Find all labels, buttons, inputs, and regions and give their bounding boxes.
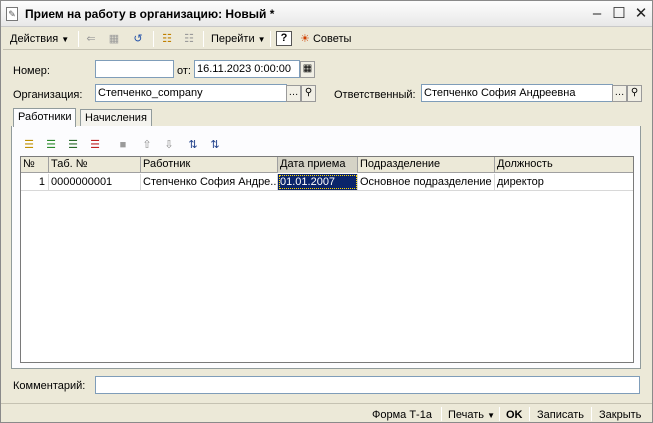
table-header: № Таб. № Работник Дата приема Подразделе… bbox=[21, 157, 633, 173]
date-label: от: bbox=[177, 65, 191, 77]
search-icon[interactable]: ⚲ bbox=[627, 85, 642, 102]
sort-desc-icon[interactable]: ⇅ bbox=[207, 137, 223, 153]
comment-label: Комментарий: bbox=[13, 380, 86, 392]
sort-asc-icon[interactable]: ⇅ bbox=[185, 137, 201, 153]
responsible-label: Ответственный: bbox=[334, 89, 416, 101]
structure-icon[interactable]: ▦ bbox=[106, 31, 122, 47]
organization-field[interactable]: Степченко_company bbox=[95, 84, 287, 102]
save-button[interactable]: Записать bbox=[537, 407, 584, 422]
footer-separator bbox=[529, 407, 530, 421]
number-field[interactable] bbox=[95, 60, 174, 78]
chevron-down-icon: ▼ bbox=[487, 411, 496, 420]
footer-separator bbox=[591, 407, 592, 421]
close-window-button[interactable]: ✕ bbox=[631, 4, 651, 24]
toolbar-separator bbox=[270, 31, 271, 47]
column-header-department[interactable]: Подразделение bbox=[358, 157, 495, 173]
number-label: Номер: bbox=[13, 65, 50, 77]
tab-employees[interactable]: Работники bbox=[13, 108, 77, 127]
column-header-tab-number[interactable]: Таб. № bbox=[49, 157, 141, 173]
delete-row-icon[interactable]: ☰ bbox=[87, 137, 103, 153]
organization-select-button[interactable]: … bbox=[286, 85, 301, 102]
actions-menu[interactable]: Действия ▼ bbox=[7, 30, 72, 48]
footer-separator bbox=[499, 407, 500, 421]
toolbar: Действия ▼ ⇐ ▦ ↺ ☷ ☷ Перейти ▼ ? ☀ Совет… bbox=[3, 28, 651, 50]
maximize-button[interactable]: ☐ bbox=[609, 4, 629, 24]
help-icon[interactable]: ? bbox=[276, 31, 292, 46]
unpost-document-icon[interactable]: ☷ bbox=[181, 31, 197, 47]
column-header-employee[interactable]: Работник bbox=[141, 157, 278, 173]
tab-accruals[interactable]: Начисления bbox=[80, 109, 152, 127]
post-document-icon[interactable]: ☷ bbox=[159, 31, 175, 47]
toolbar-separator bbox=[78, 31, 79, 47]
responsible-field[interactable]: Степченко София Андреевна bbox=[421, 84, 613, 102]
toolbar-separator bbox=[203, 31, 204, 47]
tab-number-cell[interactable]: 0000000001 bbox=[49, 174, 141, 190]
refresh-icon[interactable]: ↺ bbox=[130, 31, 146, 47]
add-row-icon[interactable]: ☰ bbox=[21, 137, 37, 153]
back-icon[interactable]: ⇐ bbox=[83, 31, 99, 47]
calendar-icon[interactable]: ▦ bbox=[300, 61, 315, 78]
employees-table[interactable]: № Таб. № Работник Дата приема Подразделе… bbox=[20, 156, 634, 363]
title-bar: ✎ Прием на работу в организацию: Новый *… bbox=[1, 1, 652, 27]
move-up-icon[interactable]: ⇧ bbox=[139, 137, 155, 153]
close-button[interactable]: Закрыть bbox=[599, 407, 641, 422]
ok-button[interactable]: OK bbox=[506, 407, 523, 422]
window-title: Прием на работу в организацию: Новый * bbox=[25, 7, 275, 21]
lightbulb-icon: ☀ bbox=[300, 33, 310, 45]
document-icon: ✎ bbox=[6, 7, 18, 21]
copy-row-icon[interactable]: ☰ bbox=[43, 137, 59, 153]
organization-label: Организация: bbox=[13, 89, 83, 101]
document-window: ✎ Прием на работу в организацию: Новый *… bbox=[0, 0, 653, 423]
position-cell[interactable]: директор bbox=[495, 174, 633, 190]
tips-button[interactable]: ☀ Советы bbox=[297, 30, 354, 48]
goto-menu[interactable]: Перейти ▼ bbox=[208, 30, 269, 48]
toolbar-separator bbox=[153, 31, 154, 47]
form-t1a-button[interactable]: Форма Т-1а bbox=[372, 407, 432, 422]
column-header-number[interactable]: № bbox=[21, 157, 49, 173]
comment-field[interactable] bbox=[95, 376, 640, 394]
column-header-position[interactable]: Должность bbox=[495, 157, 633, 173]
hire-date-cell[interactable]: 01.01.2007 bbox=[278, 174, 358, 190]
footer-bar: Форма Т-1а Печать ▼ OK Записать Закрыть bbox=[1, 403, 652, 422]
date-field[interactable]: 16.11.2023 0:00:00 bbox=[194, 60, 300, 78]
edit-row-icon[interactable]: ☰ bbox=[65, 137, 81, 153]
chevron-down-icon: ▼ bbox=[61, 35, 70, 44]
print-menu-button[interactable]: Печать ▼ bbox=[448, 407, 496, 422]
column-header-hire-date[interactable]: Дата приема bbox=[278, 157, 358, 173]
chevron-down-icon: ▼ bbox=[257, 35, 266, 44]
employee-cell[interactable]: Степченко София Андре... bbox=[141, 174, 278, 190]
end-edit-icon[interactable]: ■ bbox=[115, 137, 131, 153]
footer-separator bbox=[441, 407, 442, 421]
department-cell[interactable]: Основное подразделение bbox=[358, 174, 495, 190]
search-icon[interactable]: ⚲ bbox=[301, 85, 316, 102]
move-down-icon[interactable]: ⇩ bbox=[161, 137, 177, 153]
minimize-button[interactable]: – bbox=[587, 4, 607, 24]
responsible-select-button[interactable]: … bbox=[612, 85, 627, 102]
table-row[interactable]: 1 0000000001 Степченко София Андре... 01… bbox=[21, 174, 633, 191]
row-number-cell: 1 bbox=[21, 174, 49, 190]
